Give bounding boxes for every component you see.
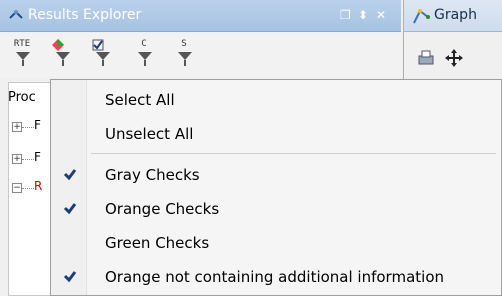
- graph-icon: [413, 9, 430, 24]
- rte-filter-label: RTE: [13, 39, 31, 49]
- float-window-icon[interactable]: ❐: [340, 8, 351, 22]
- checked-filter-icon[interactable]: [90, 39, 114, 69]
- tree-header: Proc: [8, 90, 36, 105]
- rte-filter-icon[interactable]: RTE: [10, 39, 34, 69]
- tree-item[interactable]: F: [34, 150, 41, 164]
- c-filter-label: C: [141, 39, 147, 49]
- results-explorer-icon: [9, 10, 23, 19]
- filter-toolbar: RTE C S: [0, 33, 401, 78]
- print-icon[interactable]: [416, 48, 436, 68]
- check-icon: [63, 203, 77, 215]
- color-filter-icon[interactable]: [50, 39, 74, 69]
- results-explorer-titlebar[interactable]: Results Explorer ❐ ⬍ ✕: [0, 0, 401, 32]
- tree-item[interactable]: F: [34, 118, 41, 132]
- menu-item-label: Green Checks: [105, 234, 210, 252]
- close-icon[interactable]: ✕: [376, 8, 386, 22]
- tree-expand-icon[interactable]: +: [12, 154, 22, 164]
- menu-item-select-all[interactable]: Select All: [51, 85, 501, 115]
- menu-item-label: Unselect All: [105, 125, 194, 143]
- menu-item-label: Orange not containing additional informa…: [105, 268, 445, 286]
- tree-expand-icon[interactable]: +: [12, 122, 22, 132]
- menu-separator: [91, 153, 496, 154]
- menu-item-orange-checks[interactable]: Orange Checks: [51, 194, 501, 224]
- menu-item-label: Orange Checks: [105, 200, 220, 218]
- menu-item-green-checks[interactable]: Green Checks: [51, 228, 501, 258]
- filter-context-menu: Select All Unselect All Gray Checks Oran…: [50, 79, 502, 296]
- menu-item-gray-checks[interactable]: Gray Checks: [51, 160, 501, 190]
- menu-item-label: Gray Checks: [105, 166, 200, 184]
- check-icon: [63, 271, 77, 283]
- panel-title: Results Explorer: [28, 7, 142, 23]
- tree-collapse-icon[interactable]: −: [12, 183, 22, 193]
- pin-icon[interactable]: ⬍: [358, 8, 368, 22]
- menu-item-label: Select All: [105, 91, 175, 109]
- graph-title: Graph: [434, 7, 477, 23]
- menu-item-orange-not-containing[interactable]: Orange not containing additional informa…: [51, 262, 501, 292]
- move-icon[interactable]: [444, 48, 464, 68]
- graph-titlebar[interactable]: Graph: [404, 0, 502, 32]
- s-filter-icon[interactable]: S: [172, 39, 196, 69]
- c-filter-icon[interactable]: C: [132, 39, 156, 69]
- s-filter-label: S: [181, 39, 187, 49]
- check-icon: [63, 169, 77, 181]
- tree-item[interactable]: R: [34, 179, 42, 193]
- menu-item-unselect-all[interactable]: Unselect All: [51, 119, 501, 149]
